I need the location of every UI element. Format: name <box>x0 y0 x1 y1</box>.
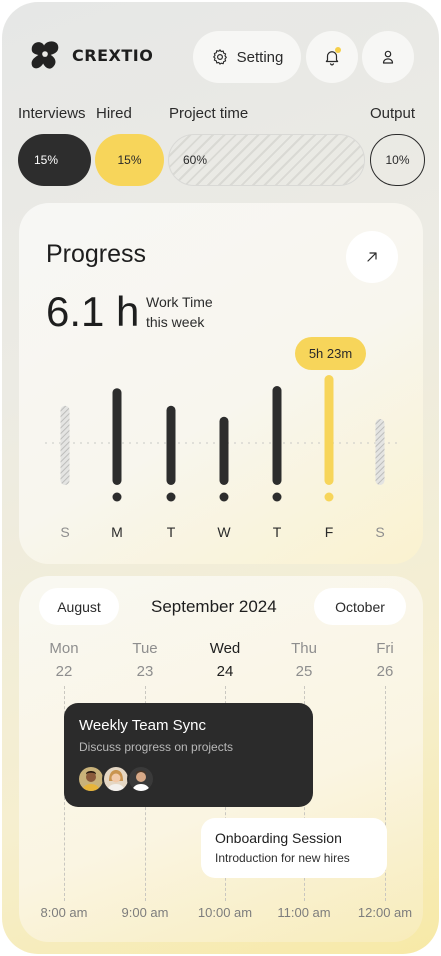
interviews-label: Interviews <box>18 105 86 122</box>
day-number: 23 <box>136 663 154 680</box>
brand-logo-icon <box>31 41 59 69</box>
next-month-button[interactable]: October <box>314 588 406 625</box>
day-column-wed[interactable]: Wed 24 <box>200 640 250 680</box>
output-stat: 10% <box>370 134 425 186</box>
profile-button[interactable] <box>362 31 414 83</box>
event-onboarding-session[interactable]: Onboarding Session Introduction for new … <box>201 818 387 878</box>
time-label: 12:00 am <box>357 905 413 920</box>
setting-button[interactable]: Setting <box>193 31 301 83</box>
bar-dot <box>324 492 334 502</box>
event-title: Weekly Team Sync <box>79 717 206 734</box>
day-name: Wed <box>209 640 241 657</box>
day-tick-label: W <box>217 524 231 540</box>
bar[interactable] <box>375 419 385 485</box>
bar[interactable] <box>60 405 70 485</box>
logo[interactable]: CREXTIO <box>26 36 153 74</box>
time-label: 10:00 am <box>197 905 253 920</box>
day-column-tue[interactable]: Tue 23 <box>120 640 170 680</box>
bar-dot <box>166 492 176 502</box>
day-number: 22 <box>55 663 73 680</box>
bar[interactable] <box>112 388 122 485</box>
event-subtitle: Discuss progress on projects <box>79 740 234 754</box>
day-tick-label: S <box>60 524 69 540</box>
bar-dot <box>219 492 229 502</box>
bar-dot <box>272 492 282 502</box>
user-icon <box>382 50 394 64</box>
work-time-chart: SMTWTFS <box>45 375 399 540</box>
day-name: Mon <box>49 640 79 657</box>
avatar <box>77 765 105 793</box>
setting-label: Setting <box>236 48 284 66</box>
time-label: 9:00 am <box>121 905 169 920</box>
app-screen: CREXTIO Setting Interviews Hired Project… <box>2 2 439 954</box>
output-label: Output <box>370 105 416 122</box>
hired-stat: 15% <box>95 134 164 186</box>
bar[interactable] <box>219 416 229 485</box>
bar-dot <box>112 492 122 502</box>
day-tick-label: M <box>111 524 123 540</box>
brand-name: CREXTIO <box>72 45 154 65</box>
interviews-stat: 15% <box>18 134 91 186</box>
day-column-mon[interactable]: Mon 22 <box>39 640 89 680</box>
day-number: 24 <box>216 663 234 680</box>
event-weekly-team-sync[interactable]: Weekly Team Sync Discuss progress on pro… <box>64 703 313 807</box>
highlight-tooltip: 5h 23m <box>295 337 366 370</box>
attendee-avatars <box>77 765 155 793</box>
notifications-button[interactable] <box>306 31 358 83</box>
event-subtitle: Introduction for new hires <box>215 851 350 865</box>
day-name: Thu <box>291 640 317 657</box>
day-number: 25 <box>295 663 313 680</box>
project-time-stat: 60% <box>168 134 365 186</box>
day-tick-label: F <box>325 524 334 540</box>
day-tick-label: S <box>375 524 384 540</box>
day-column-fri[interactable]: Fri 26 <box>360 640 410 680</box>
gear-icon <box>212 49 227 65</box>
calendar-card: August September 2024 October Mon 22 Tue… <box>19 576 423 942</box>
progress-card: Progress 6.1 h Work Time this week SMTWT… <box>19 203 423 564</box>
hired-label: Hired <box>96 105 132 122</box>
avatar <box>127 765 155 793</box>
day-tick-label: T <box>167 524 176 540</box>
time-label: 8:00 am <box>40 905 88 920</box>
day-number: 26 <box>376 663 394 680</box>
day-name: Fri <box>376 640 394 657</box>
day-column-thu[interactable]: Thu 25 <box>279 640 329 680</box>
time-label: 11:00 am <box>277 905 331 920</box>
bar[interactable] <box>272 386 282 485</box>
notification-dot <box>335 47 341 53</box>
bar[interactable] <box>166 405 176 485</box>
prev-month-button[interactable]: August <box>39 588 119 625</box>
project-time-label: Project time <box>169 105 249 122</box>
event-title: Onboarding Session <box>215 830 342 846</box>
avatar <box>102 765 130 793</box>
bar-highlighted[interactable] <box>324 375 334 485</box>
day-tick-label: T <box>273 524 282 540</box>
day-name: Tue <box>132 640 158 657</box>
current-month: September 2024 <box>151 597 277 616</box>
